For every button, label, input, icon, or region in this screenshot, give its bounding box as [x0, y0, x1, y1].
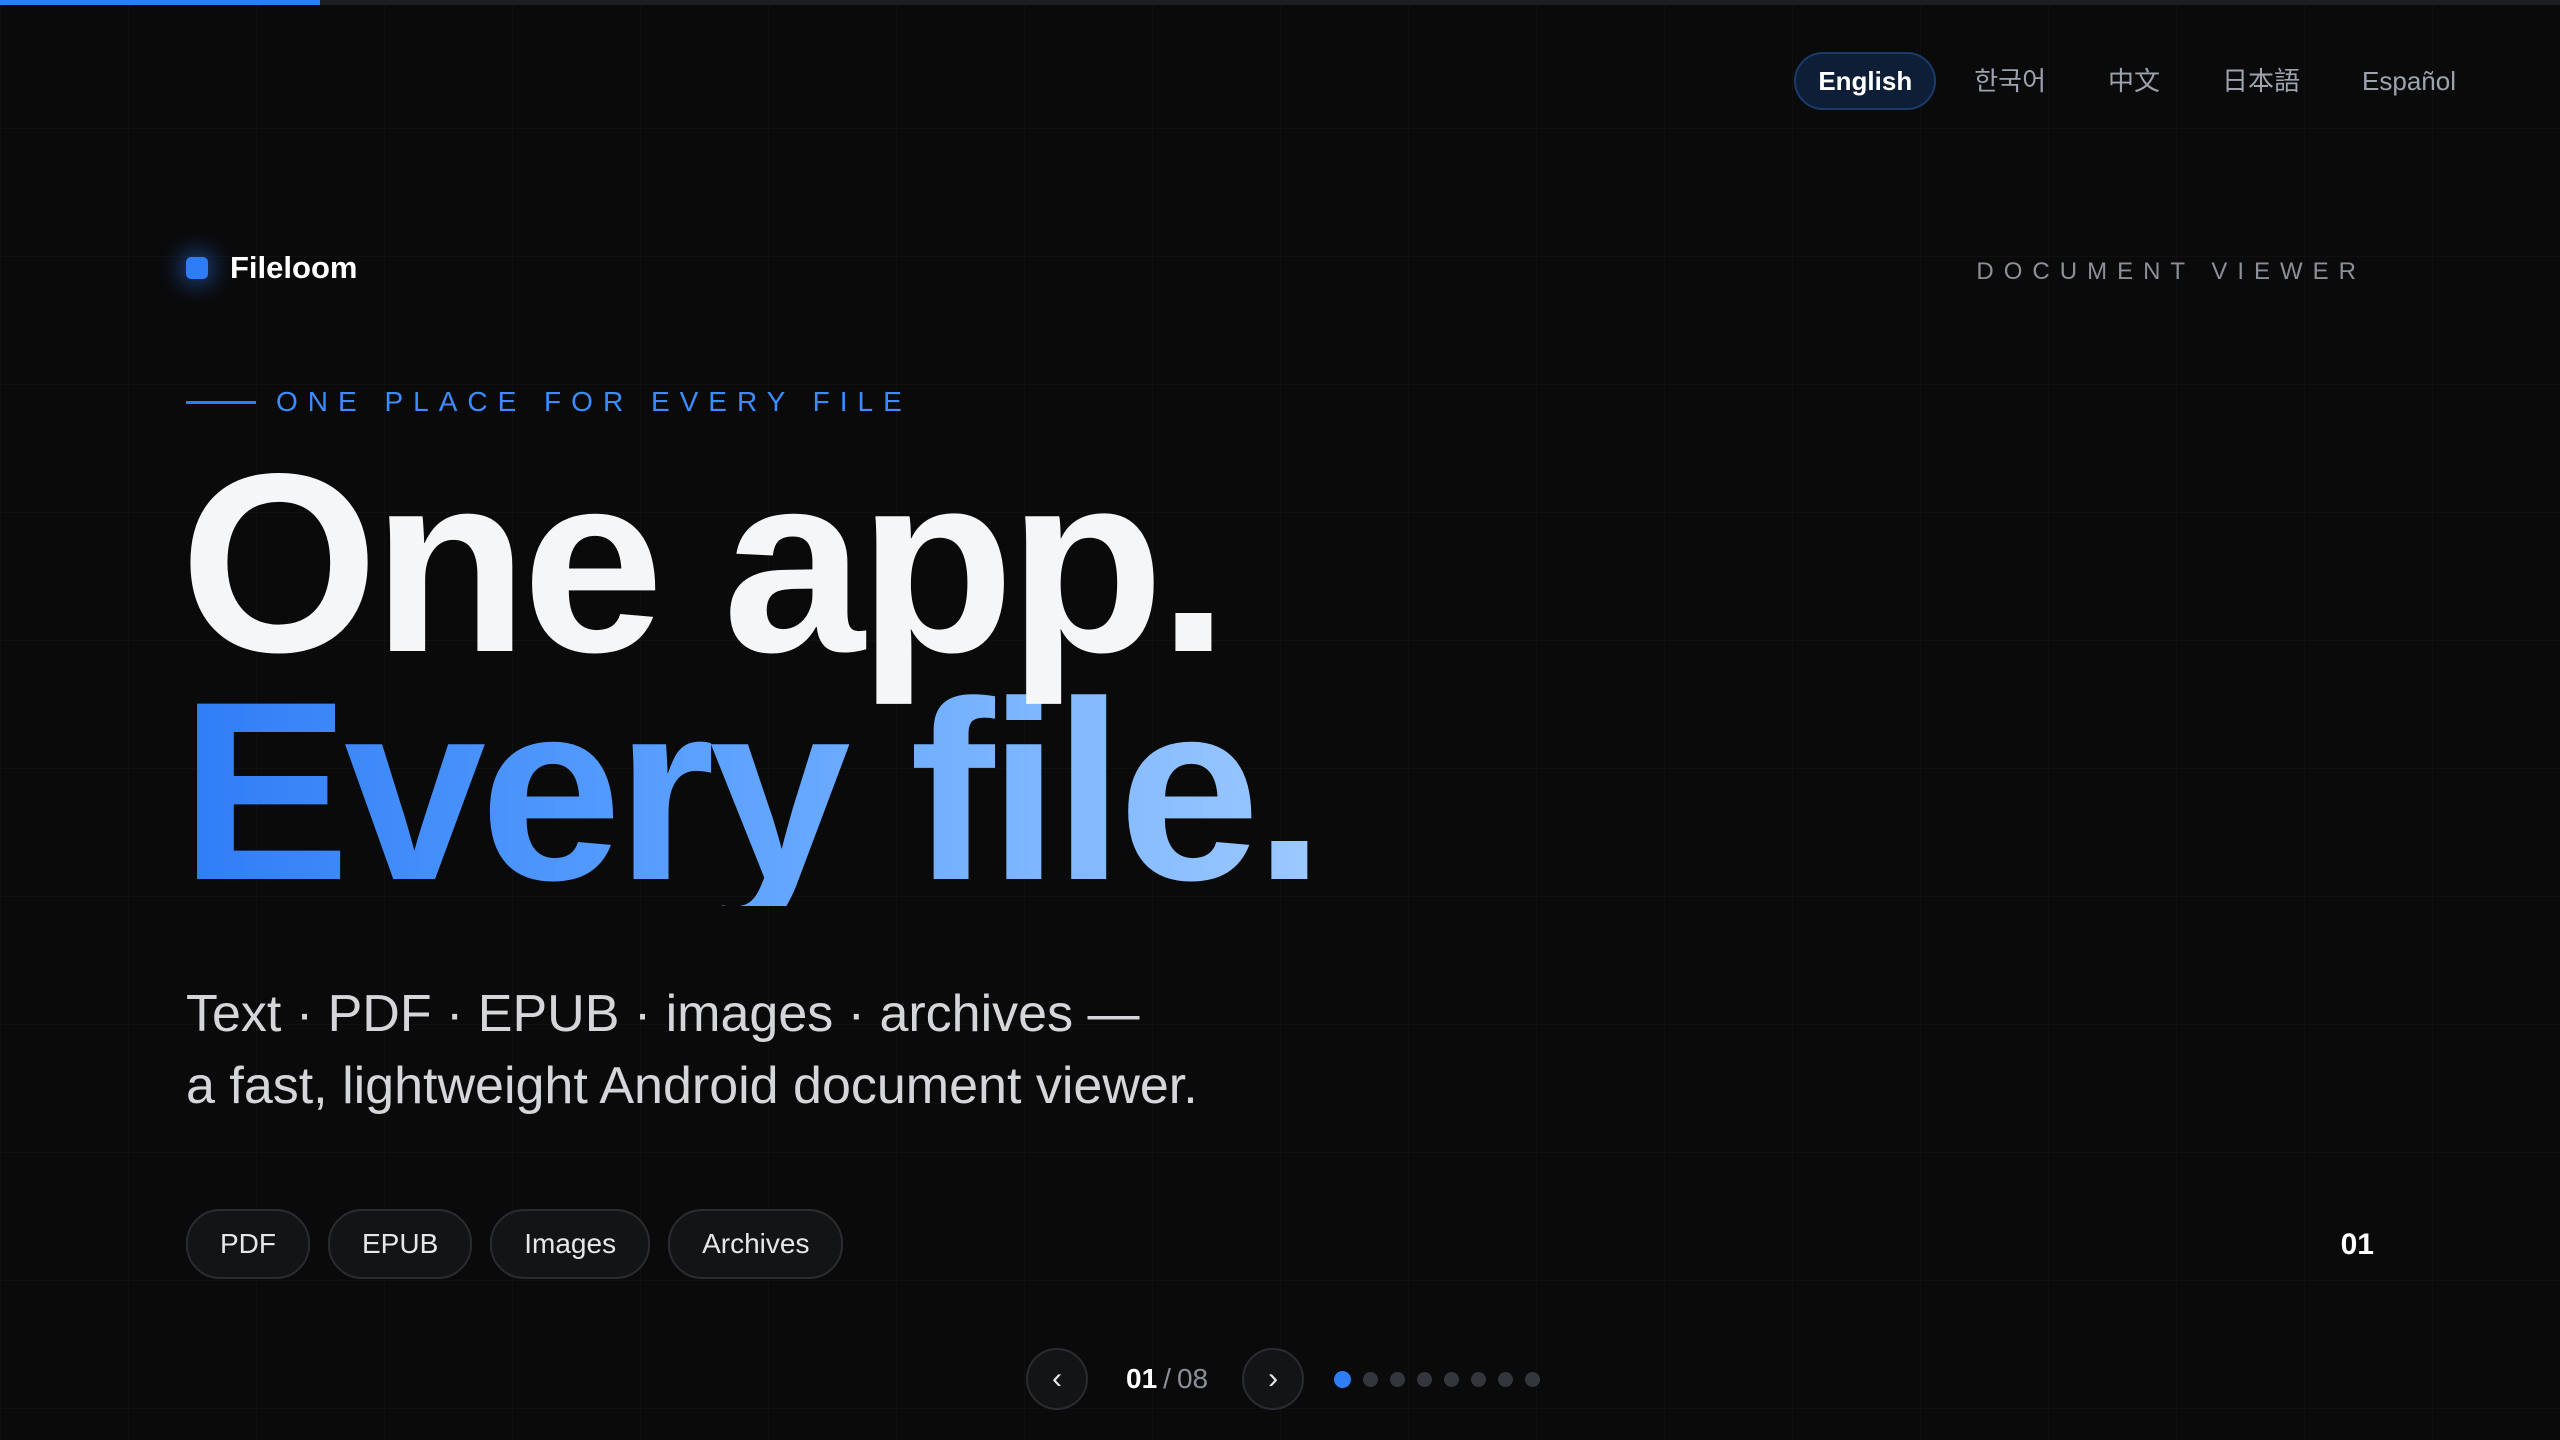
eyebrow: ONE PLACE FOR EVERY FILE	[186, 386, 912, 418]
subtitle: Text · PDF · EPUB · images · archives — …	[186, 978, 1198, 1122]
slide-dot-7[interactable]	[1498, 1371, 1514, 1387]
subtitle-line-1: Text · PDF · EPUB · images · archives —	[186, 985, 1140, 1043]
slide-counter-current: 01	[1126, 1363, 1158, 1394]
slide-pager: ‹ 01/08 ›	[1026, 1348, 1541, 1410]
slide-dot-3[interactable]	[1390, 1371, 1406, 1387]
brand: Fileloom	[186, 250, 357, 286]
slide-dot-4[interactable]	[1417, 1371, 1433, 1387]
next-slide-button[interactable]: ›	[1242, 1348, 1305, 1410]
language-switcher: English 한국어 中文 日本語 Español	[1794, 52, 2480, 110]
chip-epub[interactable]: EPUB	[328, 1209, 473, 1279]
headline-line-1: One app.	[180, 421, 1229, 706]
slide-counter-total: 08	[1176, 1363, 1209, 1394]
prev-slide-button[interactable]: ‹	[1026, 1348, 1088, 1410]
slide-number: 01	[2340, 1228, 2374, 1261]
page: English 한국어 中文 日本語 Español Fileloom DOCU…	[0, 0, 2560, 1440]
chip-images[interactable]: Images	[490, 1209, 651, 1279]
slide-dots	[1334, 1370, 1541, 1388]
slide-counter: 01/08	[1126, 1363, 1208, 1395]
slide-dot-8[interactable]	[1525, 1371, 1541, 1387]
lang-option-spanish[interactable]: Español	[2338, 52, 2480, 110]
progress-fill	[0, 0, 320, 5]
eyebrow-rule	[186, 400, 256, 404]
section-kicker: DOCUMENT VIEWER	[1976, 258, 2366, 285]
slide-dot-2[interactable]	[1363, 1371, 1379, 1387]
lang-option-english[interactable]: English	[1794, 52, 1937, 110]
subtitle-line-2: a fast, lightweight Android document vie…	[186, 1057, 1198, 1115]
chip-archives[interactable]: Archives	[668, 1209, 844, 1279]
chip-pdf[interactable]: PDF	[186, 1209, 310, 1279]
headline: One app. Every file.	[180, 421, 1325, 934]
slide-counter-separator: /	[1163, 1363, 1171, 1394]
lang-option-japanese[interactable]: 日本語	[2198, 52, 2324, 110]
brand-square-icon	[186, 257, 208, 279]
eyebrow-text: ONE PLACE FOR EVERY FILE	[276, 386, 912, 417]
lang-option-chinese[interactable]: 中文	[2084, 52, 2184, 110]
progress-bar	[0, 0, 2560, 5]
headline-line-2: Every file.	[180, 649, 1325, 934]
slide-dot-1[interactable]	[1334, 1370, 1352, 1388]
slide-dot-5[interactable]	[1444, 1371, 1460, 1387]
lang-option-korean[interactable]: 한국어	[1950, 52, 2070, 110]
brand-name: Fileloom	[230, 250, 358, 285]
slide-dot-6[interactable]	[1471, 1371, 1487, 1387]
format-chips: PDF EPUB Images Archives	[186, 1209, 844, 1279]
